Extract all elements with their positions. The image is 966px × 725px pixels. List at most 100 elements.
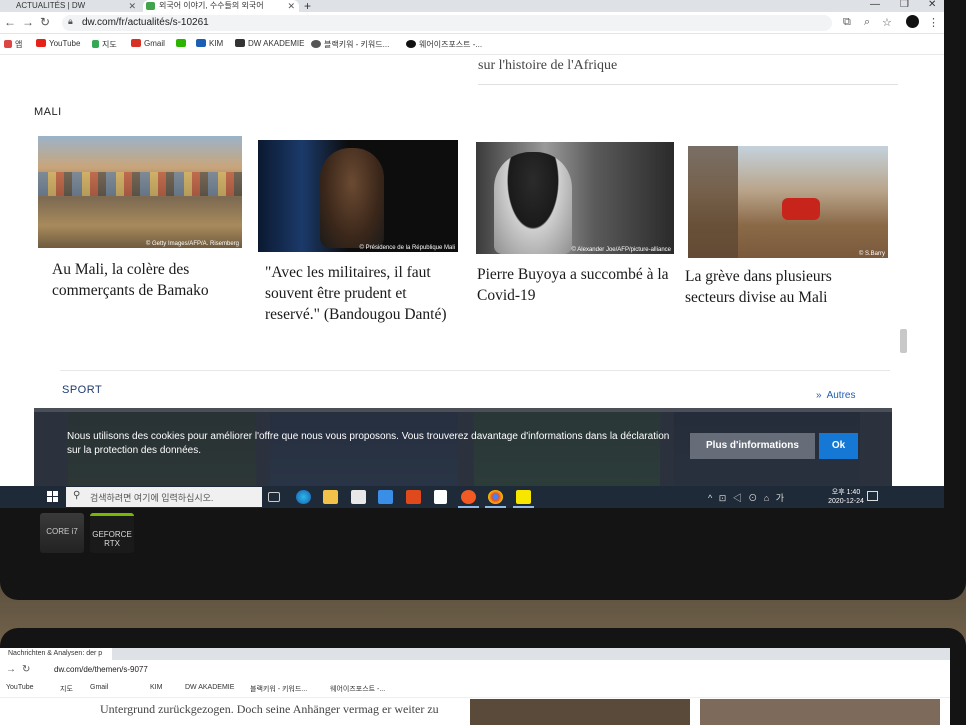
bookmark-dw-akademie[interactable]: DW AKADEMIE (235, 39, 304, 48)
clock-date: 2020-12-24 (828, 498, 864, 505)
app-active-icon[interactable] (458, 490, 479, 508)
taskbar-clock[interactable]: 오후 1:40 2020-12-24 (826, 488, 866, 506)
blackkiwi-icon (311, 40, 321, 48)
browser-window: ACTUALITÉS | DW ✕ 외국어 이야기, 수수들의 외국어 ✕ + … (0, 0, 944, 508)
article-image-strike[interactable]: © S.Barry (688, 146, 888, 258)
close-tab-icon[interactable]: ✕ (287, 0, 295, 12)
section-title-mali: MALI (34, 106, 62, 118)
minimize-icon[interactable]: — (870, 0, 880, 10)
previous-article-text[interactable]: sur l'histoire de l'Afrique (478, 58, 617, 74)
favicon-icon (146, 2, 155, 10)
address-bar[interactable]: 🔒︎ dw.com/fr/actualités/s-10261 (62, 15, 832, 31)
bookmark-kim[interactable]: KIM (150, 684, 162, 691)
tab-korean-blog[interactable]: 외국어 이야기, 수수들의 외국어 ✕ (143, 0, 299, 12)
url-text-2[interactable]: dw.com/de/themen/s-9077 (54, 665, 148, 674)
bookmark-whereispost[interactable]: 웨어이즈포스트 -... (406, 39, 482, 50)
tab-label: 외국어 이야기, 수수들의 외국어 (159, 1, 264, 10)
store-icon[interactable] (351, 490, 366, 504)
bookmark-gmail[interactable]: Gmail (90, 684, 108, 691)
more-link[interactable]: » Autres (816, 390, 855, 401)
maximize-icon[interactable]: ❐ (900, 0, 909, 10)
image-credit: © Getty Images/AFP/A. Risemberg (145, 241, 239, 247)
speaker-figure (494, 152, 572, 254)
back-icon[interactable]: → (6, 664, 16, 675)
windows-taskbar: ⚲ 검색하려면 여기에 입력하십시오. ^ ⊡ ◁ ⊙ ⌂ 가 오후 1:40 … (0, 486, 944, 508)
map-pin-icon (92, 40, 99, 48)
article-image[interactable] (470, 699, 690, 725)
article-image-dante-portrait[interactable]: © Présidence de la République Mali (258, 140, 458, 252)
apps-icon (4, 40, 12, 48)
back-icon[interactable]: ← (4, 15, 16, 29)
mail-icon[interactable] (378, 490, 393, 504)
article-headline[interactable]: Au Mali, la colère des commerçants de Ba… (52, 259, 252, 301)
file-explorer-icon[interactable] (323, 490, 338, 504)
dw-icon (235, 39, 245, 47)
article-headline[interactable]: "Avec les militaires, il faut souvent êt… (265, 262, 465, 325)
tab-bar: ACTUALITÉS | DW ✕ 외국어 이야기, 수수들의 외국어 ✕ + … (0, 0, 944, 13)
taskbar-search[interactable]: ⚲ 검색하려면 여기에 입력하십시오. (66, 487, 262, 507)
edge-icon[interactable] (296, 490, 311, 504)
bookmark-star-icon[interactable]: ☆ (882, 16, 892, 29)
tab-bar-2: Nachrichten & Analysen: der p (0, 648, 950, 660)
bookmark-youtube[interactable]: YouTube (36, 39, 80, 48)
ok-button[interactable]: Ok (819, 433, 858, 459)
reload-icon[interactable]: ↻ (40, 15, 50, 29)
bookmarks-bar-2: YouTube 지도 Gmail KIM DW AKADEMIE 블랙키워 - … (0, 682, 950, 698)
bookmark-whereispost[interactable]: 웨어이즈포스트 -... (330, 684, 385, 694)
intel-sticker-text: CORE i7 (46, 527, 78, 536)
close-tab-icon[interactable]: ✕ (128, 0, 136, 12)
menu-icon[interactable]: ⋮ (928, 16, 939, 29)
cookie-banner: Nous utilisons des cookies pour améliore… (34, 408, 892, 486)
kakaotalk-icon[interactable] (513, 490, 534, 508)
reload-icon[interactable]: ↻ (22, 664, 30, 675)
bookmark-maps[interactable]: 지도 (92, 39, 117, 50)
bookmark-label: 웨어이즈포스트 -... (419, 40, 483, 49)
bookmark-apps[interactable]: 앱 (4, 39, 22, 50)
tab-actualites[interactable]: ACTUALITÉS | DW ✕ (0, 0, 140, 12)
cookie-text: Nous utilisons des cookies pour améliore… (67, 431, 670, 456)
app-icon[interactable] (434, 490, 447, 504)
article-text[interactable]: Untergrund zurückgezogen. Doch seine Anh… (100, 702, 439, 717)
bookmark-label: 지도 (102, 40, 117, 49)
article-headline[interactable]: La grève dans plusieurs secteurs divise … (685, 266, 885, 308)
bookmark-blackkiwi[interactable]: 블랙키워 - 키워드... (311, 39, 389, 50)
image-credit: © Présidence de la République Mali (359, 245, 455, 251)
forward-icon[interactable]: → (22, 15, 34, 29)
more-info-button[interactable]: Plus d'informations (690, 433, 815, 459)
notification-icon[interactable] (867, 491, 878, 501)
article-image-bamako-market[interactable]: © Getty Images/AFP/A. Risemberg (38, 136, 242, 248)
task-view-icon[interactable] (268, 492, 280, 502)
bookmark-green[interactable] (176, 39, 189, 48)
article-headline[interactable]: Pierre Buyoya a succombé à la Covid-19 (477, 264, 673, 306)
section-title-sport: SPORT (62, 384, 103, 396)
market-stall (688, 146, 738, 258)
article-image-buyoya[interactable]: © Alexander Joe/AFP/picture-alliance (476, 142, 674, 254)
zoom-icon[interactable]: ⌕ (864, 16, 870, 29)
office-icon[interactable] (406, 490, 421, 504)
bookmarks-bar: 앱 YouTube 지도 Gmail KIM DW AKADEMIE 블랙키워 … (0, 35, 944, 55)
bookmark-blackkiwi[interactable]: 블랙키워 - 키워드... (250, 684, 307, 694)
close-window-icon[interactable]: ✕ (928, 0, 936, 10)
translate-icon[interactable]: ⧉ (843, 16, 851, 29)
chrome-icon[interactable] (485, 490, 506, 508)
bookmark-dw-akademie[interactable]: DW AKADEMIE (185, 684, 234, 691)
bookmark-gmail[interactable]: Gmail (131, 39, 165, 48)
bookmark-kim[interactable]: KIM (196, 39, 223, 48)
windows-start-icon[interactable] (47, 491, 58, 502)
search-placeholder: 검색하려면 여기에 입력하십시오. (90, 493, 214, 503)
tab-nachrichten[interactable]: Nachrichten & Analysen: der p (0, 648, 112, 660)
clock-time: 오후 1:40 (831, 489, 861, 496)
bookmark-maps[interactable]: 지도 (60, 684, 73, 694)
system-tray[interactable]: ^ ⊡ ◁ ⊙ ⌂ 가 (708, 491, 786, 504)
article-image[interactable] (700, 699, 940, 725)
profile-avatar[interactable] (906, 15, 919, 28)
bookmark-youtube[interactable]: YouTube (6, 684, 34, 691)
gmail-icon (131, 39, 141, 47)
bookmark-label: Gmail (144, 39, 165, 48)
bookmark-label: 블랙키워 - 키워드... (324, 40, 390, 49)
scrollbar-thumb[interactable] (900, 329, 907, 353)
toolbar-2: → ↻ dw.com/de/themen/s-9077 (0, 661, 950, 681)
search-icon: ⚲ (73, 490, 81, 501)
bookmark-label: KIM (209, 39, 224, 48)
image-credit: © Alexander Joe/AFP/picture-alliance (571, 247, 671, 253)
